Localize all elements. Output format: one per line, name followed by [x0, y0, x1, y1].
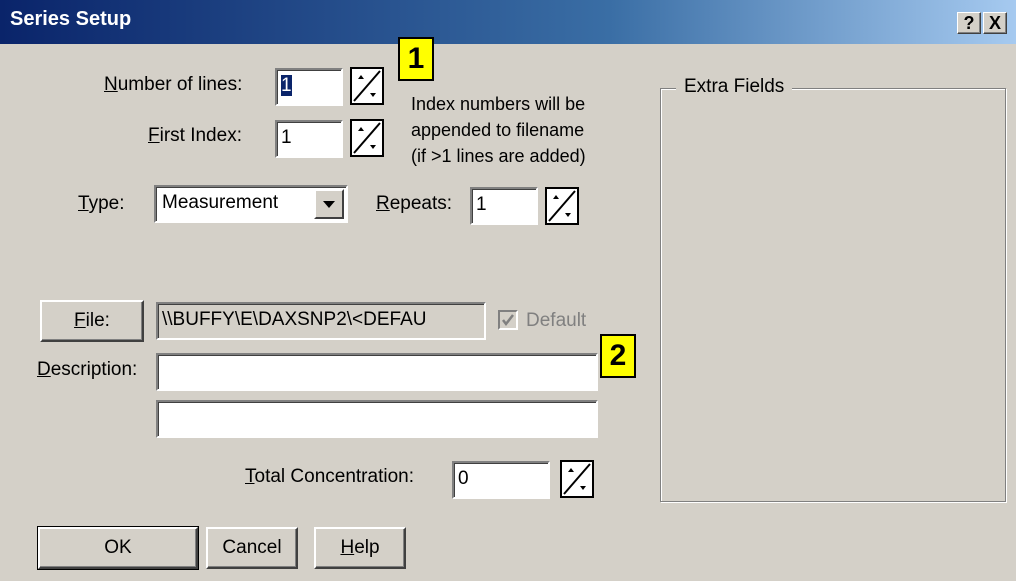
cancel-button[interactable]: Cancel	[206, 527, 298, 569]
spinner-arrows-icon	[353, 122, 381, 154]
description-input-line1[interactable]	[156, 353, 598, 391]
ok-button[interactable]: OK	[37, 526, 199, 570]
chevron-down-icon	[323, 201, 335, 208]
first-index-input[interactable]: 1	[275, 120, 343, 158]
checkmark-icon	[502, 314, 514, 327]
type-label: Type:	[78, 193, 125, 214]
extra-fields-groupbox	[660, 88, 1006, 502]
number-of-lines-label: Number of lines:	[104, 74, 243, 95]
total-concentration-input[interactable]: 0	[452, 461, 550, 499]
spinner-arrows-icon	[353, 70, 381, 102]
number-of-lines-spinner[interactable]	[350, 67, 384, 105]
type-select-value: Measurement	[162, 192, 279, 213]
first-index-spinner[interactable]	[350, 119, 384, 157]
spinner-arrows-icon	[548, 190, 576, 222]
type-select-dropdown-button[interactable]	[314, 189, 344, 219]
repeats-spinner[interactable]	[545, 187, 579, 225]
description-input-line2[interactable]	[156, 400, 598, 438]
callout-badge-2: 2	[600, 334, 636, 378]
type-select[interactable]: Measurement	[154, 185, 348, 223]
file-path-field: \\BUFFY\E\DAXSNP2\<DEFAU	[156, 302, 486, 340]
spinner-arrows-icon	[563, 463, 591, 495]
title-bar: Series Setup ? X	[0, 0, 1016, 44]
close-caption-button[interactable]: X	[983, 12, 1007, 34]
description-label: Description:	[37, 359, 138, 380]
index-note-line3: (if >1 lines are added)	[411, 146, 586, 166]
index-note-line2: appended to filename	[411, 120, 585, 140]
file-button[interactable]: File:	[40, 300, 144, 342]
default-checkbox-label: Default	[526, 310, 587, 331]
total-concentration-label: Total Concentration:	[245, 466, 414, 487]
help-button[interactable]: Help	[314, 527, 406, 569]
repeats-input[interactable]: 1	[470, 187, 538, 225]
number-of-lines-input[interactable]: 1	[275, 68, 343, 106]
repeats-label: Repeats:	[376, 193, 453, 214]
help-caption-button[interactable]: ?	[957, 12, 981, 34]
extra-fields-title: Extra Fields	[676, 76, 793, 98]
index-note-line1: Index numbers will be	[411, 94, 586, 114]
default-checkbox[interactable]	[498, 310, 518, 330]
first-index-label: First Index:	[148, 125, 242, 146]
window-title: Series Setup	[10, 8, 132, 30]
callout-badge-1: 1	[398, 37, 434, 81]
total-concentration-spinner[interactable]	[560, 460, 594, 498]
